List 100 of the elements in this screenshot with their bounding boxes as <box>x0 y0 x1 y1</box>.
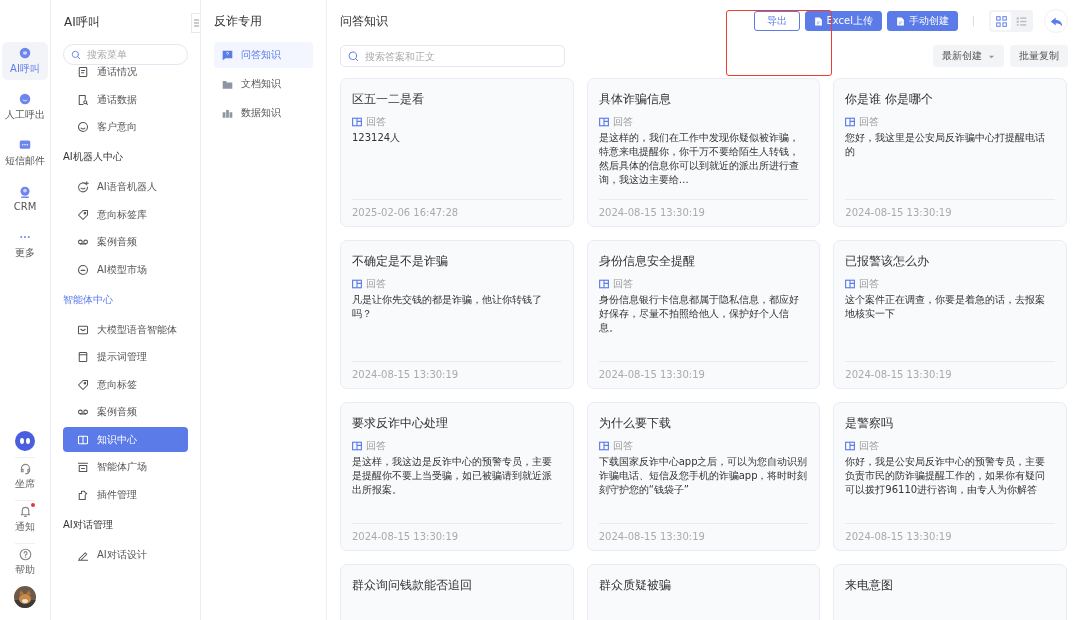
action-button[interactable]: 手动创建 <box>887 11 958 31</box>
list-view-icon <box>1015 15 1027 27</box>
answer-label: 回答 <box>612 115 633 129</box>
answer-icon <box>845 279 856 289</box>
sidebar-item[interactable]: 客户意向 <box>63 114 188 140</box>
knowledge-card[interactable]: 区五一二是看 回答 123124人 2025-02-06 16:47:28 <box>340 78 574 227</box>
page-title: 问答知识 <box>340 12 389 30</box>
rail-tool[interactable]: 坐席 <box>15 457 35 491</box>
card-date: 2024-08-15 13:30:19 <box>845 206 953 220</box>
grid-view-icon <box>995 15 1007 27</box>
card-title: 已报警该怎么办 <box>845 253 931 270</box>
sidebar-item[interactable]: 智能体广场 <box>63 454 188 480</box>
sidebar-item[interactable]: AI语音机器人 <box>63 174 188 200</box>
sidebar-item[interactable]: 插件管理 <box>63 482 188 507</box>
answer-icon <box>598 441 609 451</box>
knowledge-card[interactable]: 来电意图 <box>833 564 1067 620</box>
panel-title: 反诈专用 <box>214 13 263 30</box>
card-date: 2024-08-15 13:30:19 <box>598 368 706 382</box>
card-title: 要求反诈中心处理 <box>352 415 449 432</box>
knowledge-card[interactable]: 你是谁 你是哪个 回答 您好，我这里是公安局反诈骗中心打提醒电话的 2024-08-15 13:30:19 <box>833 78 1067 227</box>
answer-icon <box>598 279 609 289</box>
knowledge-card[interactable]: 群众质疑被骗 <box>586 564 821 620</box>
sort-dropdown[interactable]: 最新创建 <box>933 45 1004 67</box>
headset-icon <box>18 462 32 475</box>
sidebar-item[interactable]: 大模型语音智能体 <box>63 317 188 342</box>
answer-icon <box>352 279 362 289</box>
rail-item[interactable]: CRM <box>2 180 48 218</box>
answer-text: 身份信息银行卡信息都属于隐私信息，都应好好保存，尽量不拍照给他人，保护好个人信息。 <box>598 293 800 335</box>
rail-tool[interactable]: 通知 <box>15 500 35 534</box>
book-icon <box>77 433 89 446</box>
sidebar-item[interactable]: 意向标签库 <box>63 202 188 227</box>
answer-label: 回答 <box>859 115 880 129</box>
rail-item[interactable]: 短信邮件 <box>2 134 48 172</box>
view-toggle[interactable] <box>991 12 1011 30</box>
question-bubble-icon <box>222 49 233 61</box>
rail-item[interactable]: 人工呼出 <box>2 88 48 126</box>
rail-tool[interactable]: 帮助 <box>15 543 35 577</box>
card-date: 2025-02-06 16:47:28 <box>352 206 460 220</box>
knowledge-card[interactable]: 已报警该怎么办 回答 这个案件正在调查，你要是着急的话，去报案地核实一下 2024-08-15 13:30:19 <box>833 240 1067 389</box>
tag-icon <box>77 208 89 221</box>
data-icon <box>222 107 233 119</box>
card-title: 你是谁 你是哪个 <box>845 91 935 108</box>
knowledge-tab[interactable]: 问答知识 <box>214 42 313 68</box>
robot-logo-icon <box>15 431 35 451</box>
knowledge-tab[interactable]: 文档知识 <box>214 71 313 97</box>
answer-icon <box>845 441 856 451</box>
sidebar-item[interactable]: AI模型市场 <box>63 257 188 282</box>
voicemail-icon <box>77 406 89 418</box>
sidebar-item[interactable]: 通话数据 <box>63 87 188 112</box>
sidebar-item[interactable]: 案例音频 <box>63 399 188 425</box>
section-heading: 智能体中心 <box>63 292 114 307</box>
bell-icon <box>18 505 32 518</box>
answer-text: 是这样，我这边是反诈中心的预警专员，主要是提醒你不要上当受骗，如已被骗请到就近派出所报案。 <box>352 455 553 497</box>
search-field[interactable]: 搜索答案和正文 <box>340 45 565 67</box>
sidebar-item[interactable]: 提示词管理 <box>63 344 188 370</box>
knowledge-card[interactable]: 为什么要下载 回答 下载国家反诈中心app之后，可以为您自动识别诈骗电话、短信及您手机的诈骗app，将时时刻刻守护您的“钱袋子” 2024-08-15 13:30:19 <box>586 402 821 551</box>
menu-search-field[interactable]: 搜索菜单 <box>63 44 188 65</box>
knowledge-card[interactable]: 具体诈骗信息 回答 是这样的，我们在工作中发现你疑似被诈骗，特意来电提醒你，你千万不要给陌生人转钱，然后具体的信息你可以到就近的派出所进行查询，我这边主要给… 2024-08-15 13:30:19 <box>586 78 821 227</box>
rail-item[interactable]: 更多 <box>2 226 48 264</box>
answer-icon <box>845 117 856 127</box>
answer-icon <box>352 117 362 127</box>
knowledge-card[interactable]: 不确定是不是诈骗 回答 凡是让你先交钱的都是诈骗，他让你转钱了吗？ 2024-08-15 13:30:19 <box>340 240 574 389</box>
archive-icon <box>77 461 89 473</box>
answer-text: 123124人 <box>352 131 402 145</box>
search-icon <box>348 50 359 62</box>
card-title: 具体诈骗信息 <box>598 91 672 108</box>
knowledge-card[interactable]: 群众询问钱款能否追回 <box>340 564 574 620</box>
answer-label: 回答 <box>859 439 880 453</box>
card-title: 身份信息安全提醒 <box>598 253 696 270</box>
answer-text: 下载国家反诈中心app之后，可以为您自动识别诈骗电话、短信及您手机的诈骗app，将时时刻刻守护您的“钱袋子” <box>598 455 809 497</box>
collapse-handle-icon[interactable] <box>191 13 200 33</box>
rail-item[interactable]: AI呼叫 <box>2 42 48 80</box>
answer-icon <box>598 117 609 127</box>
card-title: 来电意图 <box>845 577 895 594</box>
person-bubble-icon <box>19 186 31 198</box>
card-date: 2024-08-15 13:30:19 <box>352 530 460 544</box>
document-icon <box>77 66 89 78</box>
sidebar-item[interactable]: AI对话设计 <box>63 542 188 567</box>
action-button[interactable]: 导出 <box>753 11 800 31</box>
tag-icon <box>77 378 89 391</box>
file-search-icon <box>77 93 89 106</box>
card-date: 2024-08-15 13:30:19 <box>598 530 706 544</box>
answer-text: 凡是让你先交钱的都是诈骗，他让你转钱了吗？ <box>352 293 543 321</box>
batch-copy-button[interactable]: 批量复制 <box>1010 45 1068 67</box>
knowledge-card[interactable]: 身份信息安全提醒 回答 身份信息银行卡信息都属于隐私信息，都应好好保存，尽量不拍照给他人，保护好个人信息。 2024-08-15 13:30:19 <box>586 240 821 389</box>
puzzle-icon <box>77 488 89 501</box>
answer-text: 是这样的，我们在工作中发现你疑似被诈骗，特意来电提醒你，你千万不要给陌生人转钱，然后具体的信息你可以到就近的派出所进行查询，我这边主要给… <box>598 131 800 187</box>
knowledge-card[interactable]: 要求反诈中心处理 回答 是这样，我这边是反诈中心的预警专员，主要是提醒你不要上当受骗，如已被骗请到就近派出所报案。 2024-08-15 13:30:19 <box>340 402 574 551</box>
sidebar-title: AI呼叫 <box>64 14 101 31</box>
message-icon <box>19 138 31 151</box>
sidebar-item[interactable]: 案例音频 <box>63 229 188 255</box>
knowledge-tab[interactable]: 数据知识 <box>214 100 313 126</box>
knowledge-card[interactable]: 是警察吗 回答 你好，我是公安局反诈中心的预警专员，主要负责市民的防诈骗提醒工作的，如果你有疑问可以拨打96110进行咨询，由专人为你解答 2024-08-15 13:30:19 <box>833 402 1067 551</box>
card-date: 2024-08-15 13:30:19 <box>845 368 953 382</box>
help-icon <box>18 548 32 561</box>
card-title: 为什么要下载 <box>598 415 672 432</box>
sidebar-item[interactable]: 意向标签 <box>63 372 188 397</box>
card-date: 2024-08-15 13:30:19 <box>845 530 953 544</box>
sidebar-item[interactable]: 知识中心 <box>63 427 188 452</box>
answer-label: 回答 <box>366 277 386 291</box>
